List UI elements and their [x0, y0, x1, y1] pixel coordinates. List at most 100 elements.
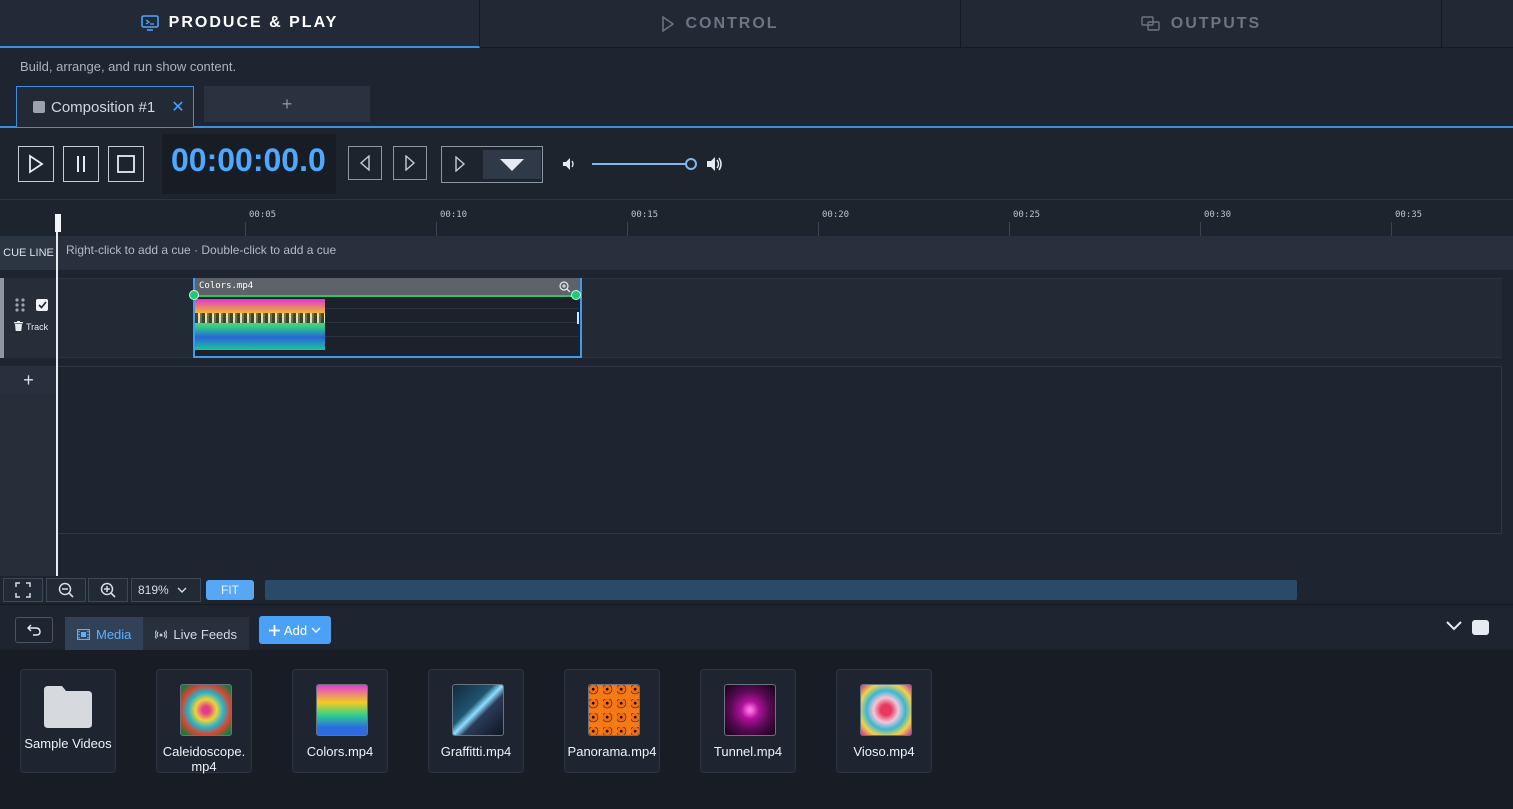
ruler-tick — [818, 222, 819, 236]
media-toolbar: Media Live Feeds Add — [0, 604, 1513, 651]
triangle-left-icon — [359, 155, 370, 171]
collapse-panel-icon[interactable] — [1446, 621, 1462, 631]
cue-line[interactable]: CUE LINE Right-click to add a cue · Doub… — [0, 236, 1513, 270]
broadcast-icon — [155, 630, 168, 639]
undo-icon — [27, 624, 41, 636]
media-item-caleidoscope[interactable]: Caleidoscope.mp4 — [156, 669, 252, 774]
outputs-icon — [1141, 16, 1160, 31]
media-item-label: Caleidoscope.mp4 — [162, 744, 246, 774]
stop-icon — [117, 155, 135, 173]
clip-thumbnail-wave — [195, 313, 325, 323]
add-composition-button[interactable]: + — [204, 86, 370, 122]
chevron-down-icon — [311, 627, 321, 633]
monitor-icon — [140, 15, 159, 31]
play-button[interactable] — [18, 146, 54, 182]
tab-media[interactable]: Media — [65, 617, 144, 651]
tab-outputs[interactable]: OUTPUTS — [961, 0, 1442, 48]
media-item-label: Colors.mp4 — [306, 744, 374, 759]
composition-tab-active[interactable]: Composition #1 ✕ — [16, 86, 194, 127]
volume-high-icon[interactable] — [706, 155, 724, 173]
volume-slider[interactable] — [592, 163, 692, 165]
clip-fade-out-handle[interactable] — [571, 290, 581, 300]
media-item-tunnel[interactable]: Tunnel.mp4 — [700, 669, 796, 773]
volume-low-icon[interactable] — [562, 157, 576, 171]
composition-tab-label: Composition #1 — [51, 98, 156, 116]
zoom-out-button[interactable] — [46, 578, 86, 602]
add-track-button[interactable]: + — [0, 366, 57, 394]
timeline-ruler[interactable]: 00:05 00:10 00:15 00:20 00:25 00:30 00:3… — [0, 200, 1513, 236]
media-thumbnail — [588, 684, 640, 736]
clip-fade-in-handle[interactable] — [189, 290, 199, 300]
close-icon[interactable]: ✕ — [171, 97, 184, 117]
drag-handle-icon[interactable] — [15, 298, 25, 312]
media-item-label: Graffitti.mp4 — [440, 744, 512, 759]
ruler-tick-label: 00:25 — [1013, 210, 1041, 220]
zoom-in-icon[interactable] — [559, 281, 571, 293]
fullscreen-button[interactable] — [3, 578, 43, 602]
clip-grid-line — [325, 308, 578, 309]
clip-thumbnail — [195, 299, 325, 350]
media-item-label: Sample Videos — [24, 736, 112, 751]
timeline-clip[interactable]: Colors.mp4 — [189, 278, 582, 358]
empty-track-area[interactable] — [57, 366, 1502, 534]
media-thumbnail — [452, 684, 504, 736]
zoom-in-button[interactable] — [88, 578, 128, 602]
ruler-tick — [1009, 222, 1010, 236]
ruler-tick — [436, 222, 437, 236]
tab-live-feeds-label: Live Feeds — [173, 626, 238, 642]
media-item-label: Tunnel.mp4 — [713, 744, 783, 759]
ruler-tick — [627, 222, 628, 236]
ruler-tick-label: 00:15 — [631, 210, 659, 220]
fit-button[interactable]: FIT — [206, 580, 254, 600]
plus-icon — [268, 624, 280, 636]
pause-button[interactable] — [63, 146, 99, 182]
tab-produce-play[interactable]: PRODUCE & PLAY — [0, 0, 480, 48]
timeline-scrollbar[interactable] — [265, 580, 1297, 600]
cue-dropdown[interactable] — [483, 150, 541, 179]
tab-live-feeds[interactable]: Live Feeds — [143, 617, 249, 651]
undo-button[interactable] — [15, 617, 53, 643]
ruler-tick — [1391, 222, 1392, 236]
track-enabled-checkbox[interactable] — [36, 299, 48, 311]
zoom-level-value: 819% — [138, 583, 169, 597]
cue-line-label: CUE LINE — [0, 236, 57, 270]
tab-control[interactable]: CONTROL — [480, 0, 961, 48]
media-tabs: Media Live Feeds — [65, 617, 249, 651]
composition-color-icon — [33, 101, 45, 113]
clip-trim-handle[interactable] — [577, 312, 579, 324]
media-item-colors[interactable]: Colors.mp4 — [292, 669, 388, 773]
media-item-sample-videos[interactable]: Sample Videos — [20, 669, 116, 773]
volume-slider-knob[interactable] — [685, 158, 697, 170]
media-item-graffitti[interactable]: Graffitti.mp4 — [428, 669, 524, 773]
trash-icon[interactable] — [14, 321, 23, 331]
previous-cue-button[interactable] — [348, 146, 382, 180]
ruler-tick — [245, 222, 246, 236]
triangle-right-icon — [405, 155, 416, 171]
play-icon — [29, 154, 44, 174]
media-item-panorama[interactable]: Panorama.mp4 — [564, 669, 660, 773]
tab-media-label: Media — [96, 626, 132, 642]
media-item-vioso[interactable]: Vioso.mp4 — [836, 669, 932, 773]
next-cue-button[interactable] — [393, 146, 427, 180]
clip-name: Colors.mp4 — [199, 281, 254, 291]
composition-tabs: Composition #1 ✕ + — [0, 84, 1513, 128]
track-header[interactable]: Track — [0, 278, 57, 358]
add-media-button[interactable]: Add — [259, 616, 331, 644]
clip-grid-line — [325, 322, 578, 323]
cue-play-selector[interactable] — [441, 146, 543, 183]
stop-button[interactable] — [108, 146, 144, 182]
tab-outputs-label: OUTPUTS — [1170, 15, 1262, 32]
clip-header[interactable]: Colors.mp4 — [195, 278, 580, 296]
main-tabs: PRODUCE & PLAY CONTROL OUTPUTS — [0, 0, 1513, 48]
zoom-level-select[interactable]: 819% — [131, 578, 201, 602]
popout-panel-icon[interactable] — [1472, 620, 1489, 635]
ruler-tick-label: 00:05 — [249, 210, 277, 220]
clip-opacity-line[interactable] — [195, 295, 580, 297]
ruler-tick-label: 00:35 — [1395, 210, 1423, 220]
track-label: Track — [26, 322, 49, 332]
media-thumbnail — [316, 684, 368, 736]
playhead[interactable] — [56, 214, 58, 576]
tab-produce-play-label: PRODUCE & PLAY — [168, 14, 339, 31]
media-thumbnail — [724, 684, 776, 736]
playhead-handle[interactable] — [55, 214, 61, 232]
